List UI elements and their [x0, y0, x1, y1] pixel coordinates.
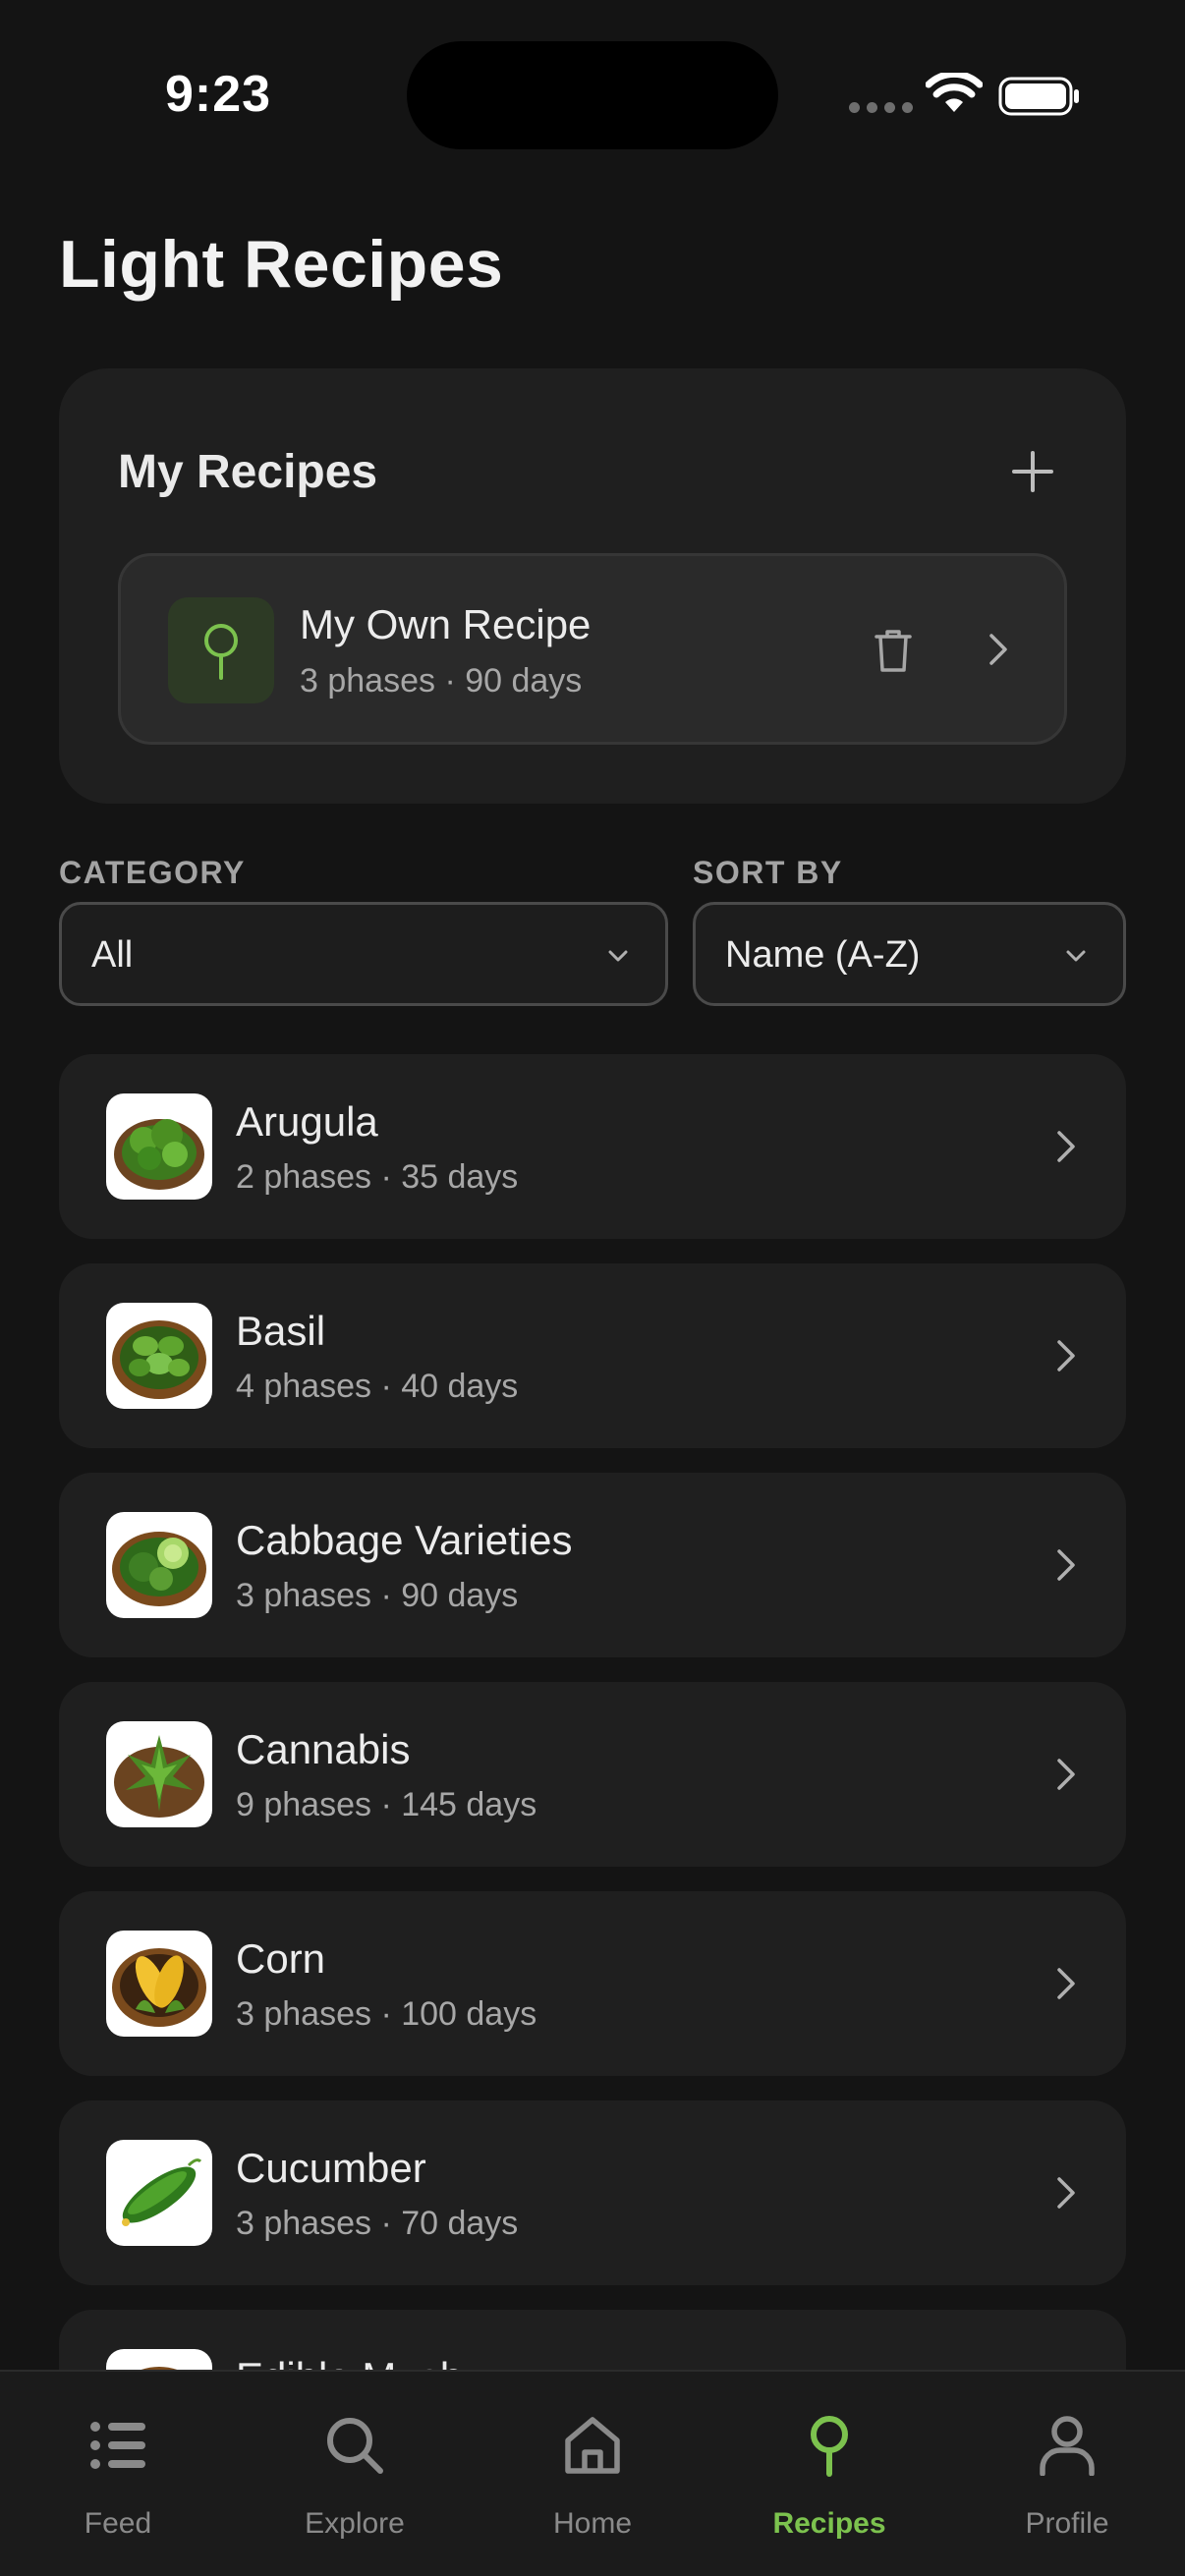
chevron-right-icon — [1042, 1959, 1091, 2008]
recipe-name: Cucumber — [236, 2145, 426, 2191]
recipe-subtitle: 3 phases · 70 days — [236, 2205, 519, 2242]
wifi-icon — [926, 73, 983, 112]
recipe-name: Cabbage Varieties — [236, 1517, 573, 1563]
recipe-name: Cannabis — [236, 1726, 411, 1772]
chevron-down-icon — [600, 938, 636, 974]
home-icon — [565, 2417, 620, 2474]
recipe-name: Corn — [236, 1935, 326, 1982]
nav-item-recipes[interactable]: Recipes — [731, 2372, 928, 2576]
chevron-right-icon — [1042, 2168, 1091, 2217]
recipe-name: Basil — [236, 1308, 326, 1354]
sort-label: SORT BY — [693, 855, 843, 890]
recipe-row-arugula[interactable]: Arugula 2 phases · 35 days — [59, 1054, 1126, 1239]
category-select[interactable]: All — [59, 902, 668, 1006]
nav-label: Recipes — [772, 2507, 886, 2540]
nav-item-feed[interactable]: Feed — [20, 2372, 216, 2576]
recipe-row-cabbage-varieties[interactable]: Cabbage Varieties 3 phases · 90 days — [59, 1473, 1126, 1657]
add-recipe-button[interactable] — [998, 437, 1067, 506]
nav-item-explore[interactable]: Explore — [256, 2372, 453, 2576]
nav-label: Profile — [1025, 2507, 1109, 2540]
person-icon — [1040, 2416, 1095, 2476]
recipe-subtitle: 2 phases · 35 days — [236, 1158, 519, 1196]
sprout-icon — [811, 2416, 848, 2477]
list-icon — [90, 2422, 145, 2469]
search-icon — [327, 2418, 383, 2474]
recipe-row-cannabis[interactable]: Cannabis 9 phases · 145 days — [59, 1682, 1126, 1867]
chevron-right-icon — [1042, 1540, 1091, 1590]
plus-icon — [1012, 451, 1053, 492]
dynamic-island — [407, 41, 778, 149]
nav-item-home[interactable]: Home — [494, 2372, 691, 2576]
my-recipes-card: My Recipes My Own Recipe 3 phases · 90 d… — [59, 368, 1126, 804]
chevron-down-icon — [1058, 938, 1094, 974]
own-recipe-subtitle: 3 phases · 90 days — [300, 662, 583, 700]
nav-item-profile[interactable]: Profile — [969, 2372, 1165, 2576]
sort-value: Name (A-Z) — [725, 934, 921, 976]
bottom-nav: Feed Explore Home Recipes Profile — [0, 2370, 1185, 2576]
own-recipe-icon-box — [168, 597, 274, 703]
category-label: CATEGORY — [59, 855, 246, 890]
nav-label: Home — [552, 2507, 633, 2540]
basil-image — [106, 1303, 212, 1409]
chevron-right-icon[interactable] — [974, 625, 1023, 674]
recipe-subtitle: 3 phases · 100 days — [236, 1995, 537, 2033]
chevron-right-icon — [1042, 1122, 1091, 1171]
delete-recipe-button[interactable] — [864, 621, 923, 680]
page-title: Light Recipes — [59, 227, 504, 302]
category-value: All — [91, 934, 134, 976]
own-recipe-item[interactable]: My Own Recipe 3 phases · 90 days — [118, 553, 1067, 745]
nav-label: Explore — [305, 2507, 405, 2540]
corn-image — [106, 1931, 212, 2037]
app-root: 9:23 Light Recipes My Recipes My Own Rec… — [0, 0, 1185, 2576]
status-bar: 9:23 — [0, 0, 1185, 187]
nav-label: Feed — [84, 2507, 152, 2540]
recipe-subtitle: 9 phases · 145 days — [236, 1786, 537, 1823]
cabbage-image — [106, 1512, 212, 1618]
chevron-right-icon — [1042, 1750, 1091, 1799]
sort-select[interactable]: Name (A-Z) — [693, 902, 1126, 1006]
own-recipe-name: My Own Recipe — [300, 601, 592, 647]
chevron-right-icon — [1042, 1331, 1091, 1380]
sprout-icon — [204, 624, 238, 680]
battery-icon — [998, 77, 1079, 116]
cucumber-image — [106, 2140, 212, 2246]
arugula-image — [106, 1093, 212, 1200]
cannabis-image — [106, 1721, 212, 1827]
status-time: 9:23 — [165, 66, 272, 123]
cellular-signal-icon — [849, 102, 913, 113]
my-recipes-title: My Recipes — [118, 446, 378, 498]
recipe-list: Arugula 2 phases · 35 days Basil 4 phase… — [59, 1054, 1126, 2519]
trash-icon — [875, 630, 912, 672]
recipe-row-basil[interactable]: Basil 4 phases · 40 days — [59, 1263, 1126, 1448]
recipe-name: Arugula — [236, 1098, 378, 1145]
recipe-row-cucumber[interactable]: Cucumber 3 phases · 70 days — [59, 2100, 1126, 2285]
recipe-subtitle: 3 phases · 90 days — [236, 1577, 519, 1614]
recipe-subtitle: 4 phases · 40 days — [236, 1368, 519, 1405]
recipe-row-corn[interactable]: Corn 3 phases · 100 days — [59, 1891, 1126, 2076]
